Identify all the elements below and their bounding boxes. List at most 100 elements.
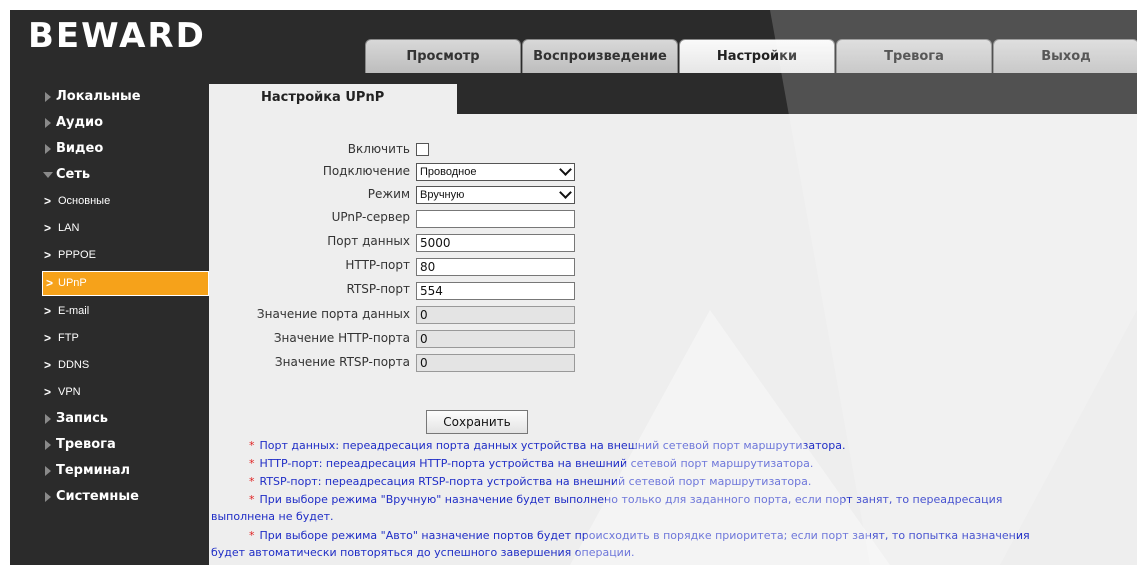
sidebar-item-label: Аудио: [56, 115, 104, 130]
sidebar-item-audio[interactable]: Аудио: [10, 110, 210, 136]
sidebar-item-label: Тревога: [56, 437, 116, 452]
data-port-status-field: 0: [416, 306, 575, 324]
save-button[interactable]: Сохранить: [426, 410, 528, 434]
sidebar-item-label: Запись: [56, 411, 109, 426]
collapsed-triangle-icon: [45, 492, 51, 502]
sidebar-item-alarm[interactable]: Тревога: [10, 432, 210, 458]
chevron-right-icon: >: [44, 194, 52, 208]
sidebar-subitem-label: VPN: [58, 386, 81, 398]
note-star: *: [249, 493, 255, 506]
enable-checkbox[interactable]: [416, 143, 429, 156]
connection-label: Подключение: [322, 164, 410, 178]
note-rtsp-port: * RTSP-порт: переадресация RTSP-порта уст…: [211, 473, 1137, 490]
chevron-right-icon: >: [46, 276, 54, 290]
chevron-right-icon: >: [44, 248, 52, 262]
rtsp-port-row: RTSP-порт: [209, 280, 410, 298]
note-manual-mode: * При выборе режима "Вручную" назначение …: [211, 491, 1137, 508]
http-port-label: HTTP-порт: [345, 258, 410, 272]
sidebar-item-label: Локальные: [56, 89, 141, 104]
rtsp-port-input[interactable]: 554: [416, 282, 575, 300]
rtsp-port-status-field: 0: [416, 354, 575, 372]
note-text: Порт данных: переадресация порта данных …: [259, 439, 846, 452]
sidebar-item-video[interactable]: Видео: [10, 136, 210, 162]
sidebar-subitem-lan[interactable]: > LAN: [10, 215, 210, 242]
sidebar-item-terminal[interactable]: Терминал: [10, 458, 210, 484]
mode-select-value: Вручную: [420, 189, 465, 201]
chevron-down-icon: [559, 163, 572, 176]
sidebar-subitem-label: Основные: [58, 195, 111, 207]
sidebar-item-record[interactable]: Запись: [10, 406, 210, 432]
http-port-status-row: Значение HTTP-порта: [209, 329, 410, 347]
connection-row: Подключение: [209, 162, 410, 180]
chevron-right-icon: >: [44, 221, 52, 235]
collapsed-triangle-icon: [45, 414, 51, 424]
chevron-right-icon: >: [44, 331, 52, 345]
sidebar-subitem-label: LAN: [58, 222, 80, 234]
note-star: *: [249, 475, 255, 488]
collapsed-triangle-icon: [45, 440, 51, 450]
data-port-status-label: Значение порта данных: [256, 307, 410, 321]
rtsp-port-status-label: Значение RTSP-порта: [274, 355, 410, 369]
rtsp-port-status-row: Значение RTSP-порта: [209, 353, 410, 371]
sidebar-subitem-ftp[interactable]: > FTP: [10, 325, 210, 352]
sidebar-subitem-label: E-mail: [58, 305, 90, 317]
mode-label: Режим: [367, 187, 410, 201]
top-nav-tabs: Просмотр Воспроизведение Настройки Трево…: [365, 39, 1137, 73]
sidebar-item-label: Сеть: [56, 167, 91, 182]
sidebar-subitem-label: DDNS: [58, 359, 90, 371]
chevron-right-icon: >: [44, 385, 52, 399]
note-star: *: [249, 529, 255, 542]
rtsp-port-label: RTSP-порт: [346, 282, 410, 296]
sidebar-item-local[interactable]: Локальные: [10, 84, 210, 110]
data-port-input[interactable]: 5000: [416, 234, 575, 252]
chevron-down-icon: [559, 186, 572, 199]
http-port-status-label: Значение HTTP-порта: [273, 331, 410, 345]
note-star: *: [249, 439, 255, 452]
data-port-label: Порт данных: [327, 234, 410, 248]
upnp-server-input[interactable]: [416, 210, 575, 228]
enable-row: Включить: [209, 140, 410, 158]
http-port-row: HTTP-порт: [209, 256, 410, 274]
connection-select-value: Проводное: [420, 166, 477, 178]
server-row: UPnP-сервер: [209, 208, 410, 226]
section-tabbar: Настройка UPnP: [209, 84, 1137, 114]
beward-logo: BEWARD: [28, 16, 206, 56]
note-http-port: * HTTP-порт: переадресация HTTP-порта уст…: [211, 455, 1137, 472]
enable-label: Включить: [347, 142, 410, 156]
sidebar-item-label: Терминал: [56, 463, 131, 478]
sidebar: Локальные Аудио Видео Сеть > Основные > LA…: [10, 84, 210, 510]
sidebar-item-system[interactable]: Системные: [10, 484, 210, 510]
note-text: При выборе режима "Авто" назначение порт…: [259, 529, 1030, 542]
tab-view[interactable]: Просмотр: [365, 39, 521, 73]
sidebar-item-network[interactable]: Сеть: [10, 162, 210, 188]
data-port-status-row: Значение порта данных: [209, 305, 410, 323]
tab-playback[interactable]: Воспроизведение: [522, 39, 678, 73]
sidebar-subitem-ddns[interactable]: > DDNS: [10, 352, 210, 379]
sidebar-subitem-label: UPnP: [58, 277, 87, 289]
server-label: UPnP-сервер: [331, 210, 410, 224]
mode-select[interactable]: Вручную: [416, 186, 575, 204]
note-text: При выборе режима "Вручную" назначение б…: [259, 493, 1003, 506]
connection-select[interactable]: Проводное: [416, 163, 575, 181]
tab-exit[interactable]: Выход: [993, 39, 1137, 73]
sidebar-item-label: Видео: [56, 141, 104, 156]
note-auto-mode: * При выборе режима "Авто" назначение пор…: [211, 527, 1137, 544]
sidebar-subitem-vpn[interactable]: > VPN: [10, 379, 210, 406]
note-star: *: [249, 457, 255, 470]
tab-alarm[interactable]: Тревога: [836, 39, 992, 73]
note-text: RTSP-порт: переадресация RTSP-порта устр…: [259, 475, 812, 488]
sidebar-subitem-upnp[interactable]: > UPnP: [42, 271, 209, 296]
chevron-right-icon: >: [44, 304, 52, 318]
data-port-row: Порт данных: [209, 232, 410, 250]
collapsed-triangle-icon: [45, 92, 51, 102]
tab-settings[interactable]: Настройки: [679, 39, 835, 73]
collapsed-triangle-icon: [45, 144, 51, 154]
content-panel: Настройка UPnP Включить Подключение Пров…: [209, 84, 1137, 565]
sidebar-subitem-email[interactable]: > E-mail: [10, 298, 210, 325]
sidebar-subitem-general[interactable]: > Основные: [10, 188, 210, 215]
sidebar-subitem-pppoe[interactable]: > PPPOE: [10, 242, 210, 269]
sidebar-subitem-label: PPPOE: [58, 249, 96, 261]
section-tab-upnp[interactable]: Настройка UPnP: [209, 84, 457, 114]
http-port-status-field: 0: [416, 330, 575, 348]
http-port-input[interactable]: 80: [416, 258, 575, 276]
